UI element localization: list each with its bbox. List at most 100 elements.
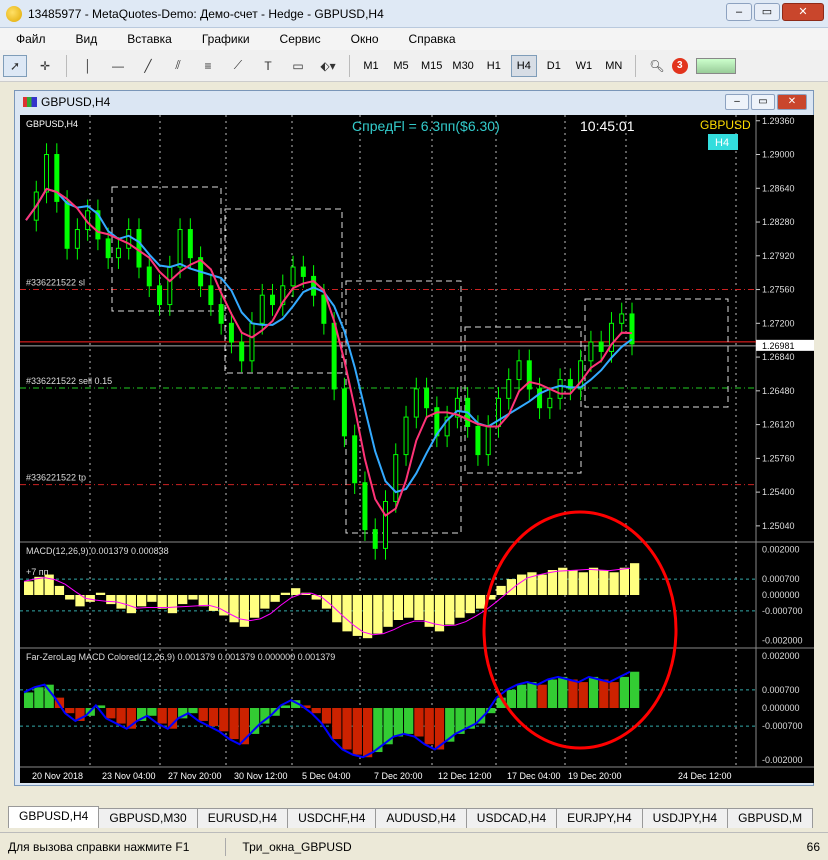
menu-window[interactable]: Окно [351,32,379,46]
current-price-label: 1.26981 [762,341,795,351]
horizontal-line-icon[interactable]: ― [106,55,130,77]
tf-m5[interactable]: M5 [388,55,414,77]
chart-tab[interactable]: GBPUSD,M30 [98,808,198,828]
price-tick-label: 1.26120 [762,420,795,430]
menu-charts[interactable]: Графики [202,32,250,46]
menu-tools[interactable]: Сервис [280,32,321,46]
zerolag-bar [537,684,547,708]
tf-h1[interactable]: H1 [481,55,507,77]
chart-symbol-label: GBPUSD,H4 [26,119,78,129]
tf-m30[interactable]: M30 [449,55,476,77]
macd-bar [34,576,44,595]
macd-bar [434,595,445,632]
trendline-icon[interactable]: ╱ [136,55,160,77]
tf-m1[interactable]: M1 [358,55,384,77]
macd-bar [599,570,609,595]
candle-body [382,500,388,549]
candle-body [413,388,419,418]
price-tick-label: 1.28280 [762,217,795,227]
candle-body [64,200,70,249]
macd-bar [517,574,527,595]
zerolag-bar [198,708,208,721]
label-icon[interactable]: ▭ [286,55,310,77]
zerolag-bar [558,676,568,708]
zerolag-bar [630,671,640,708]
notifications-badge[interactable]: 3 [671,57,688,74]
macd-bar [147,595,157,602]
shapes-icon[interactable]: ⬖▾ [316,55,340,77]
price-chart[interactable]: 1.29360 1.29000 1.28640 1.28280 1.27920 1.275… [20,115,814,783]
order-tp-label: #336221522 tp [26,473,86,483]
candle-body [516,360,522,381]
chart-window-title: GBPUSD,H4 [41,95,111,109]
zerolag-bar [547,679,558,708]
candle-body [526,360,532,390]
tf-d1[interactable]: D1 [541,55,567,77]
candle-body [218,304,224,324]
status-bar: Для вызова справки нажмите F1 Три_окна_G… [0,832,828,860]
candle-body [177,229,183,268]
text-icon[interactable]: T [256,55,280,77]
tf-h4[interactable]: H4 [510,54,537,77]
search-icon[interactable]: 🔍︎ [645,55,669,77]
chart-tab[interactable]: USDCAD,H4 [465,808,558,828]
zerolag-bar [352,708,362,755]
zerolag-bar [34,687,44,708]
zerolag-tick-label: 0.000000 [762,703,800,713]
channel-icon[interactable]: ⫽ [166,55,190,77]
candle-body [300,266,306,277]
price-tick-label: 1.27200 [762,318,795,328]
candle-body [74,229,80,249]
tf-m15[interactable]: M15 [418,55,445,77]
candle-body [598,341,604,352]
chart-tab[interactable]: AUDUSD,H4 [375,808,467,828]
zerolag-bar [619,676,629,708]
menu-file[interactable]: Файл [16,32,46,46]
menu-view[interactable]: Вид [76,32,98,46]
price-tick-label: 1.28640 [762,183,795,193]
menu-insert[interactable]: Вставка [127,32,172,46]
zerolag-tick-label: 0.000700 [762,685,800,695]
chart-tab[interactable]: EURJPY,H4 [556,808,643,828]
crosshair-icon[interactable]: ✛ [33,55,57,77]
macd-bar [65,595,75,600]
candle-body [187,229,193,259]
chart-tab[interactable]: USDJPY,H4 [641,808,729,828]
title-bar: 13485977 - MetaQuotes-Demo: Демо-счет - … [0,0,828,28]
menu-help[interactable]: Справка [409,32,456,46]
zerolag-bar [362,708,373,758]
connection-status-bar [695,57,736,74]
chart-tab[interactable]: GBPUSD,H4 [8,806,100,828]
zerolag-bar [414,708,424,737]
macd-bar [537,574,547,595]
candle-body [167,266,173,306]
close-button[interactable]: ✕ [782,3,824,21]
chart-tab[interactable]: GBPUSD,M [727,808,814,828]
chart-maximize-button[interactable]: ▭ [751,94,775,110]
candle-body [547,397,553,409]
macd-bar [270,595,280,602]
time-axis-label: 23 Nov 04:00 [102,771,156,781]
chart-tabs: GBPUSD,H4 GBPUSD,M30 EURUSD,H4 USDCHF,H4… [8,806,828,828]
tf-mn[interactable]: MN [601,55,627,77]
tf-w1[interactable]: W1 [571,55,597,77]
candle-body [403,416,409,456]
candle-body [270,294,276,306]
vertical-line-icon[interactable]: │ [76,55,100,77]
status-separator [225,837,227,856]
chart-minimize-button[interactable]: – [725,94,749,110]
chart-close-button[interactable]: ✕ [777,94,807,110]
chart-tab[interactable]: USDCHF,H4 [287,808,377,828]
time-axis-label: 19 Dec 20:00 [568,771,622,781]
cursor-icon[interactable]: ➚ [3,54,27,77]
fibo-fan-icon[interactable]: ⟋ [226,55,250,77]
macd-bar [465,595,475,614]
chart-tab[interactable]: EURUSD,H4 [196,808,289,828]
maximize-button[interactable]: ▭ [754,3,780,21]
candle-body [393,454,399,502]
macd-bar [208,595,219,611]
zerolag-bar [393,708,404,737]
candle-body [506,379,512,399]
fibonacci-icon[interactable]: ≡ [196,55,220,77]
minimize-button[interactable]: – [726,3,752,21]
